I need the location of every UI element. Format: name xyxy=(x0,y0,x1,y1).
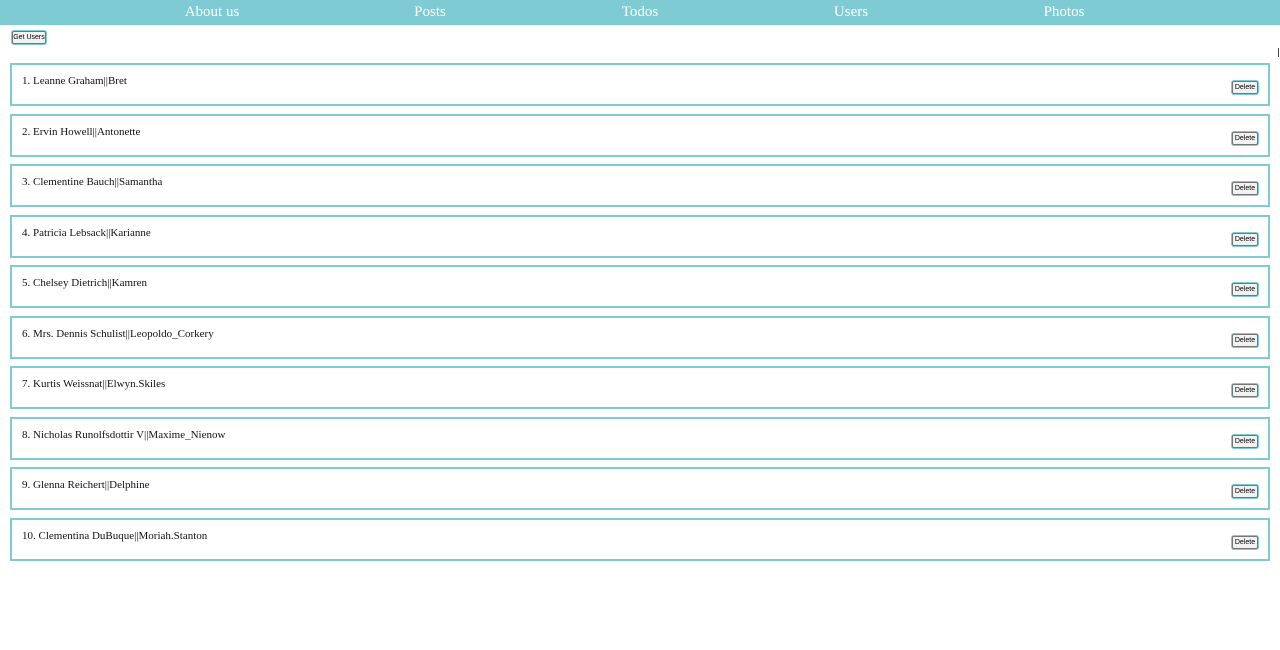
user-name-label: 2. Ervin Howell||Antonette xyxy=(22,125,141,138)
delete-user-button[interactable]: Delete xyxy=(1232,131,1258,145)
user-name-label: 9. Glenna Reichert||Delphine xyxy=(22,479,150,491)
user-card: 6. Mrs. Dennis Schulist||Leopoldo_Corker… xyxy=(10,315,1270,359)
user-card: 4. Patricia Lebsack||Karianne Delete xyxy=(10,214,1270,258)
user-name-label: 4. Patricia Lebsack||Karianne xyxy=(22,226,151,239)
nav-link-photos[interactable]: Photos xyxy=(1044,4,1085,21)
user-name-label: 3. Clementine Bauch||Samantha xyxy=(22,176,163,188)
user-name-label: 8. Nicholas Runolfsdottir V||Maxime_Nien… xyxy=(22,428,226,441)
user-card: 1. Leanne Graham||Bret Delete xyxy=(10,63,1270,106)
user-name-label: 5. Chelsey Dietrich||Kamren xyxy=(22,277,148,289)
user-card: 3. Clementine Bauch||Samantha Delete xyxy=(10,164,1270,207)
nav-link-posts[interactable]: Posts xyxy=(414,4,446,21)
user-name-label: 10. Clementina DuBuque||Moriah.Stanton xyxy=(22,529,208,542)
delete-user-button[interactable]: Delete xyxy=(1232,232,1258,246)
delete-user-button[interactable]: Delete xyxy=(1232,81,1258,94)
user-card: 9. Glenna Reichert||Delphine Delete xyxy=(10,467,1270,510)
nav-link-todos[interactable]: Todos xyxy=(622,4,658,21)
user-card: 8. Nicholas Runolfsdottir V||Maxime_Nien… xyxy=(10,416,1270,460)
user-name-label: 1. Leanne Graham||Bret xyxy=(22,75,127,87)
delete-user-button[interactable]: Delete xyxy=(1232,384,1258,397)
user-card: 2. Ervin Howell||Antonette Delete xyxy=(10,113,1270,157)
user-list: 1. Leanne Graham||Bret Delete 2. Ervin H… xyxy=(10,63,1270,568)
delete-user-button[interactable]: Delete xyxy=(1232,333,1258,347)
nav-link-about-us[interactable]: About us xyxy=(185,4,240,21)
top-navbar: About us Posts Todos Users Photos xyxy=(0,0,1280,25)
delete-user-button[interactable]: Delete xyxy=(1232,283,1258,296)
user-name-label: 7. Kurtis Weissnat||Elwyn.Skiles xyxy=(22,378,166,390)
nav-link-users[interactable]: Users xyxy=(834,4,868,21)
delete-user-button[interactable]: Delete xyxy=(1232,434,1258,448)
user-card: 7. Kurtis Weissnat||Elwyn.Skiles Delete xyxy=(10,366,1270,409)
delete-user-button[interactable]: Delete xyxy=(1232,535,1258,549)
delete-user-button[interactable]: Delete xyxy=(1232,182,1258,195)
user-name-label: 6. Mrs. Dennis Schulist||Leopoldo_Corker… xyxy=(22,327,214,340)
delete-user-button[interactable]: Delete xyxy=(1232,485,1258,498)
scrollbar-indicator xyxy=(1278,48,1279,57)
get-users-button[interactable]: Get Users xyxy=(12,31,46,44)
user-card: 5. Chelsey Dietrich||Kamren Delete xyxy=(10,265,1270,308)
user-card: 10. Clementina DuBuque||Moriah.Stanton D… xyxy=(10,517,1270,561)
